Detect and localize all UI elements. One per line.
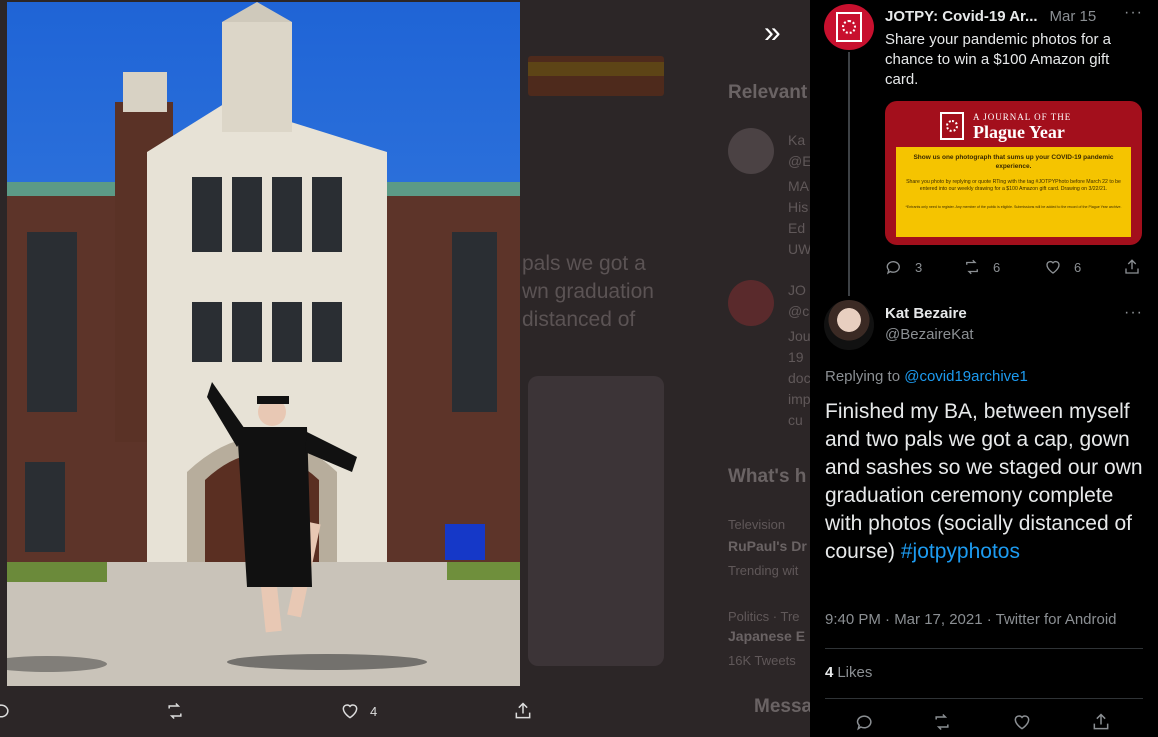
- tweet-author-handle[interactable]: @BezaireKat: [885, 326, 974, 343]
- share-icon: [1125, 259, 1139, 274]
- tweet-photo[interactable]: [7, 2, 520, 686]
- speech-bubble-icon: [0, 704, 9, 718]
- photo-retweet-button[interactable]: [165, 696, 185, 726]
- background-whats-heading: What's h: [728, 466, 807, 487]
- retweet-count: 6: [993, 259, 1001, 275]
- quoted-tweet-text: Share your pandemic photos for a chance …: [885, 31, 1111, 88]
- background-avatar: [728, 128, 774, 174]
- background-trend-category: Politics · Tre: [728, 609, 800, 624]
- heart-icon: [1014, 715, 1030, 730]
- background-trend-sub: 16K Tweets: [728, 653, 796, 668]
- more-options-icon[interactable]: ···: [1124, 304, 1143, 322]
- tweet-meta[interactable]: 9:40 PM · Mar 17, 2021 · Twitter for And…: [825, 611, 1117, 628]
- thread-line: [848, 52, 850, 296]
- background-banner: [528, 56, 664, 96]
- speech-bubble-icon: [856, 715, 872, 731]
- speech-bubble-icon: [886, 261, 900, 275]
- background-trend-sub: Trending wit: [728, 563, 799, 578]
- background-relevant-heading: Relevant: [728, 82, 808, 103]
- quoted-tweet-header: JOTPY: Covid-19 Ar... Mar 15: [885, 6, 1145, 26]
- likes-label: Likes: [837, 664, 873, 681]
- divider: [825, 648, 1143, 649]
- replying-to: Replying to @covid19archive1: [825, 368, 1028, 385]
- like-button[interactable]: [1012, 712, 1034, 734]
- like-button[interactable]: 6: [1044, 258, 1081, 276]
- quoted-tweet-date[interactable]: Mar 15: [1050, 8, 1097, 25]
- tweet-text: Finished my BA, between myself and two p…: [825, 398, 1150, 566]
- tweet-action-bar: [825, 710, 1143, 736]
- expand-panel-icon[interactable]: »: [764, 18, 788, 48]
- photo-action-bar: 4: [0, 696, 560, 726]
- quoted-tweet-actions: 3 6 6: [885, 258, 1147, 280]
- tweet-author-name[interactable]: Kat Bezaire: [885, 305, 967, 322]
- background-trend-category: Television: [728, 517, 786, 532]
- replying-label: Replying to: [825, 368, 901, 385]
- promo-title: Plague Year: [973, 122, 1065, 142]
- retweet-button[interactable]: [932, 712, 954, 734]
- quoted-tweet-author[interactable]: JOTPY: Covid-19 Ar...: [885, 8, 1038, 25]
- heart-icon: [1046, 260, 1060, 274]
- likes-count: 4: [825, 664, 834, 681]
- background-profile-text: JO @c Jou 19 doc imp cu: [788, 282, 810, 428]
- retweet-icon: [168, 702, 182, 720]
- background-trend-title: Japanese E: [728, 628, 806, 644]
- background-profile-text: Ka @E MA His Ed UW: [788, 132, 810, 257]
- reply-button[interactable]: [855, 712, 877, 734]
- promo-headline: Show us one photograph that sums up your…: [913, 154, 1114, 170]
- share-button[interactable]: [1091, 712, 1113, 734]
- like-count: 6: [1074, 259, 1082, 275]
- promo-details: Show us one photograph that sums up your…: [896, 147, 1131, 237]
- background-trend-title: RuPaul's Dr: [728, 538, 807, 554]
- promo-body: Share you photo by replying or quote RTi…: [906, 179, 1121, 192]
- reply-count: 3: [915, 259, 923, 275]
- background-tweet-text: pals we got a wn graduation distanced of: [522, 252, 654, 331]
- photo-like-button[interactable]: 4: [340, 696, 377, 726]
- photo-share-button[interactable]: [513, 696, 533, 726]
- replying-to-link[interactable]: @covid19archive1: [904, 368, 1028, 385]
- share-button[interactable]: [1123, 258, 1141, 276]
- background-avatar: [728, 280, 774, 326]
- more-options-icon[interactable]: ···: [1124, 4, 1143, 22]
- hashtag-link[interactable]: #jotpyphotos: [901, 540, 1020, 563]
- retweet-button[interactable]: 6: [963, 258, 1000, 276]
- photo-like-count: 4: [370, 703, 378, 719]
- background-card: [528, 376, 664, 666]
- tweet-panel: JOTPY: Covid-19 Ar... Mar 15 ··· Share y…: [810, 0, 1158, 737]
- retweet-icon: [966, 259, 978, 275]
- kat-avatar[interactable]: [824, 300, 874, 350]
- divider: [825, 698, 1143, 699]
- retweet-icon: [935, 713, 949, 731]
- jotpy-logo-icon: [940, 112, 964, 140]
- reply-button[interactable]: 3: [885, 258, 922, 276]
- background-messages-heading: Messa: [754, 696, 810, 717]
- heart-icon: [342, 704, 358, 719]
- likes-summary[interactable]: 4 Likes: [825, 664, 872, 681]
- share-icon: [1093, 713, 1109, 730]
- jotpy-avatar[interactable]: [824, 4, 874, 50]
- promo-fine-print: *Entrants only need to register. Any mem…: [905, 205, 1122, 209]
- promo-kicker: A JOURNAL OF THE: [973, 112, 1072, 122]
- promo-image[interactable]: A JOURNAL OF THE Plague Year Show us one…: [885, 101, 1142, 245]
- photo-reply-button[interactable]: [0, 696, 12, 726]
- share-icon: [515, 702, 531, 719]
- tweet-body: Finished my BA, between myself and two p…: [825, 400, 1143, 563]
